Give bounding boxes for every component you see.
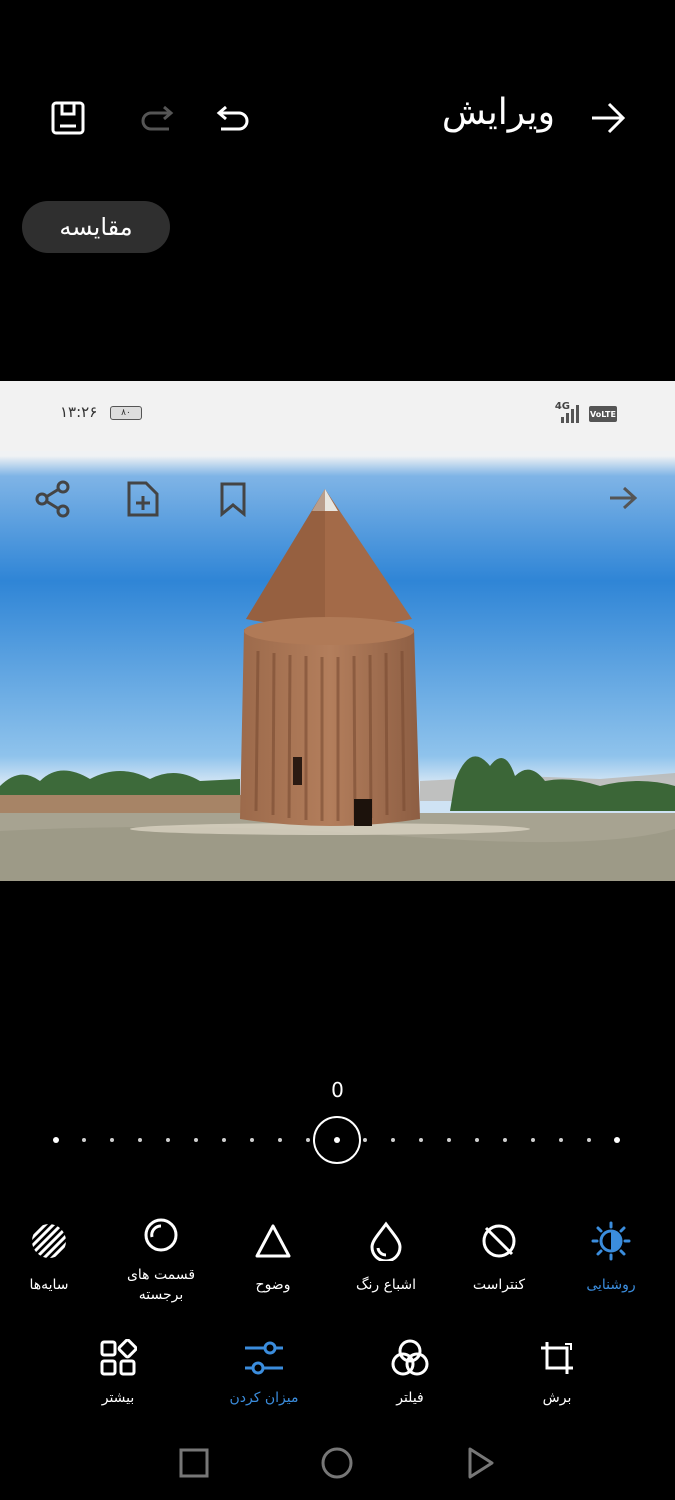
tool-label: روشنایی	[586, 1277, 636, 1293]
tab-label: بیشتر	[101, 1390, 135, 1406]
highlights-circle-icon	[144, 1218, 178, 1252]
page-title: ویرایش	[441, 92, 555, 133]
slider-tick	[82, 1138, 87, 1142]
slider-tick	[250, 1138, 255, 1142]
tab-label: فیلتر	[396, 1390, 424, 1406]
tool-brightness[interactable]: روشنایی	[556, 1219, 666, 1295]
slider-value: 0	[331, 1078, 344, 1102]
slider-tick	[586, 1138, 591, 1142]
saturation-drop-icon	[370, 1221, 402, 1261]
slider-tick	[53, 1137, 59, 1143]
slider-tick	[166, 1138, 171, 1142]
signal-icon	[561, 405, 579, 423]
undo-button[interactable]	[208, 98, 256, 142]
slider-knob[interactable]	[312, 1116, 361, 1164]
add-file-icon	[127, 481, 159, 517]
triangle-back-icon	[468, 1447, 494, 1479]
redo-button[interactable]	[134, 98, 182, 142]
forward-arrow-icon	[610, 486, 638, 510]
tool-label: کنتراست	[472, 1277, 526, 1293]
tab-adjust[interactable]: میزان کردن	[204, 1338, 324, 1406]
arrow-right-icon	[592, 102, 626, 134]
slider-tick	[390, 1138, 395, 1142]
nav-home-button[interactable]	[319, 1445, 355, 1481]
tool-label: سایه‌ها	[29, 1277, 69, 1293]
tab-label: برش	[542, 1390, 572, 1406]
adjust-sliders-icon	[245, 1341, 283, 1375]
shadows-stripes-icon	[32, 1224, 66, 1258]
slider-tick	[194, 1138, 199, 1142]
nav-back-button[interactable]	[462, 1445, 498, 1481]
nav-recents-button[interactable]	[176, 1445, 212, 1481]
tool-label: قسمت های برجسته	[126, 1267, 196, 1303]
battery-indicator: ۸۰	[110, 406, 142, 420]
slider-tick	[502, 1138, 507, 1142]
brightness-slider[interactable]	[40, 1116, 635, 1164]
slider-tick	[558, 1138, 563, 1142]
square-icon	[179, 1448, 209, 1478]
back-button[interactable]	[586, 96, 630, 140]
contrast-icon	[482, 1224, 516, 1258]
tool-highlights[interactable]: قسمت های برجسته	[106, 1213, 216, 1305]
undo-icon	[216, 105, 249, 131]
slider-tick	[614, 1137, 620, 1143]
tool-contrast[interactable]: کنتراست	[444, 1219, 554, 1295]
tower-photo	[0, 381, 675, 881]
bookmark-icon	[220, 482, 246, 517]
tool-saturation[interactable]: اشباع رنگ	[331, 1219, 441, 1295]
tab-more[interactable]: بیشتر	[58, 1338, 178, 1406]
slider-tick	[138, 1138, 143, 1142]
volte-badge: VoLTE	[589, 406, 617, 422]
slider-tick	[530, 1138, 535, 1142]
photo-preview: ۱۳:۲۶ ۸۰ 4G VoLTE	[0, 381, 675, 881]
circle-icon	[321, 1447, 353, 1479]
more-grid-icon	[100, 1339, 137, 1376]
slider-tick	[110, 1138, 115, 1142]
tool-label: اشباع رنگ	[355, 1277, 417, 1293]
save-button[interactable]	[46, 96, 90, 140]
compare-button[interactable]: مقایسه	[22, 201, 170, 253]
slider-tick	[446, 1138, 451, 1142]
tool-sharpness[interactable]: وضوح	[218, 1219, 328, 1295]
tab-crop[interactable]: برش	[497, 1338, 617, 1406]
slider-tick	[362, 1138, 367, 1142]
save-icon	[51, 101, 85, 135]
slider-tick	[474, 1138, 479, 1142]
filter-icon	[391, 1339, 429, 1376]
tab-label: میزان کردن	[229, 1390, 299, 1406]
share-icon	[35, 480, 70, 518]
sharpness-triangle-icon	[255, 1224, 291, 1258]
redo-icon	[141, 105, 174, 131]
tool-shadows[interactable]: سایه‌ها	[0, 1219, 104, 1295]
status-time: ۱۳:۲۶	[60, 403, 98, 421]
slider-tick	[278, 1138, 283, 1142]
tool-label: وضوح	[255, 1277, 291, 1293]
slider-tick	[306, 1138, 311, 1142]
slider-tick	[418, 1138, 423, 1142]
slider-tick	[222, 1138, 227, 1142]
brightness-icon	[591, 1221, 631, 1261]
crop-icon	[541, 1342, 573, 1374]
tab-filter[interactable]: فیلتر	[350, 1338, 470, 1406]
